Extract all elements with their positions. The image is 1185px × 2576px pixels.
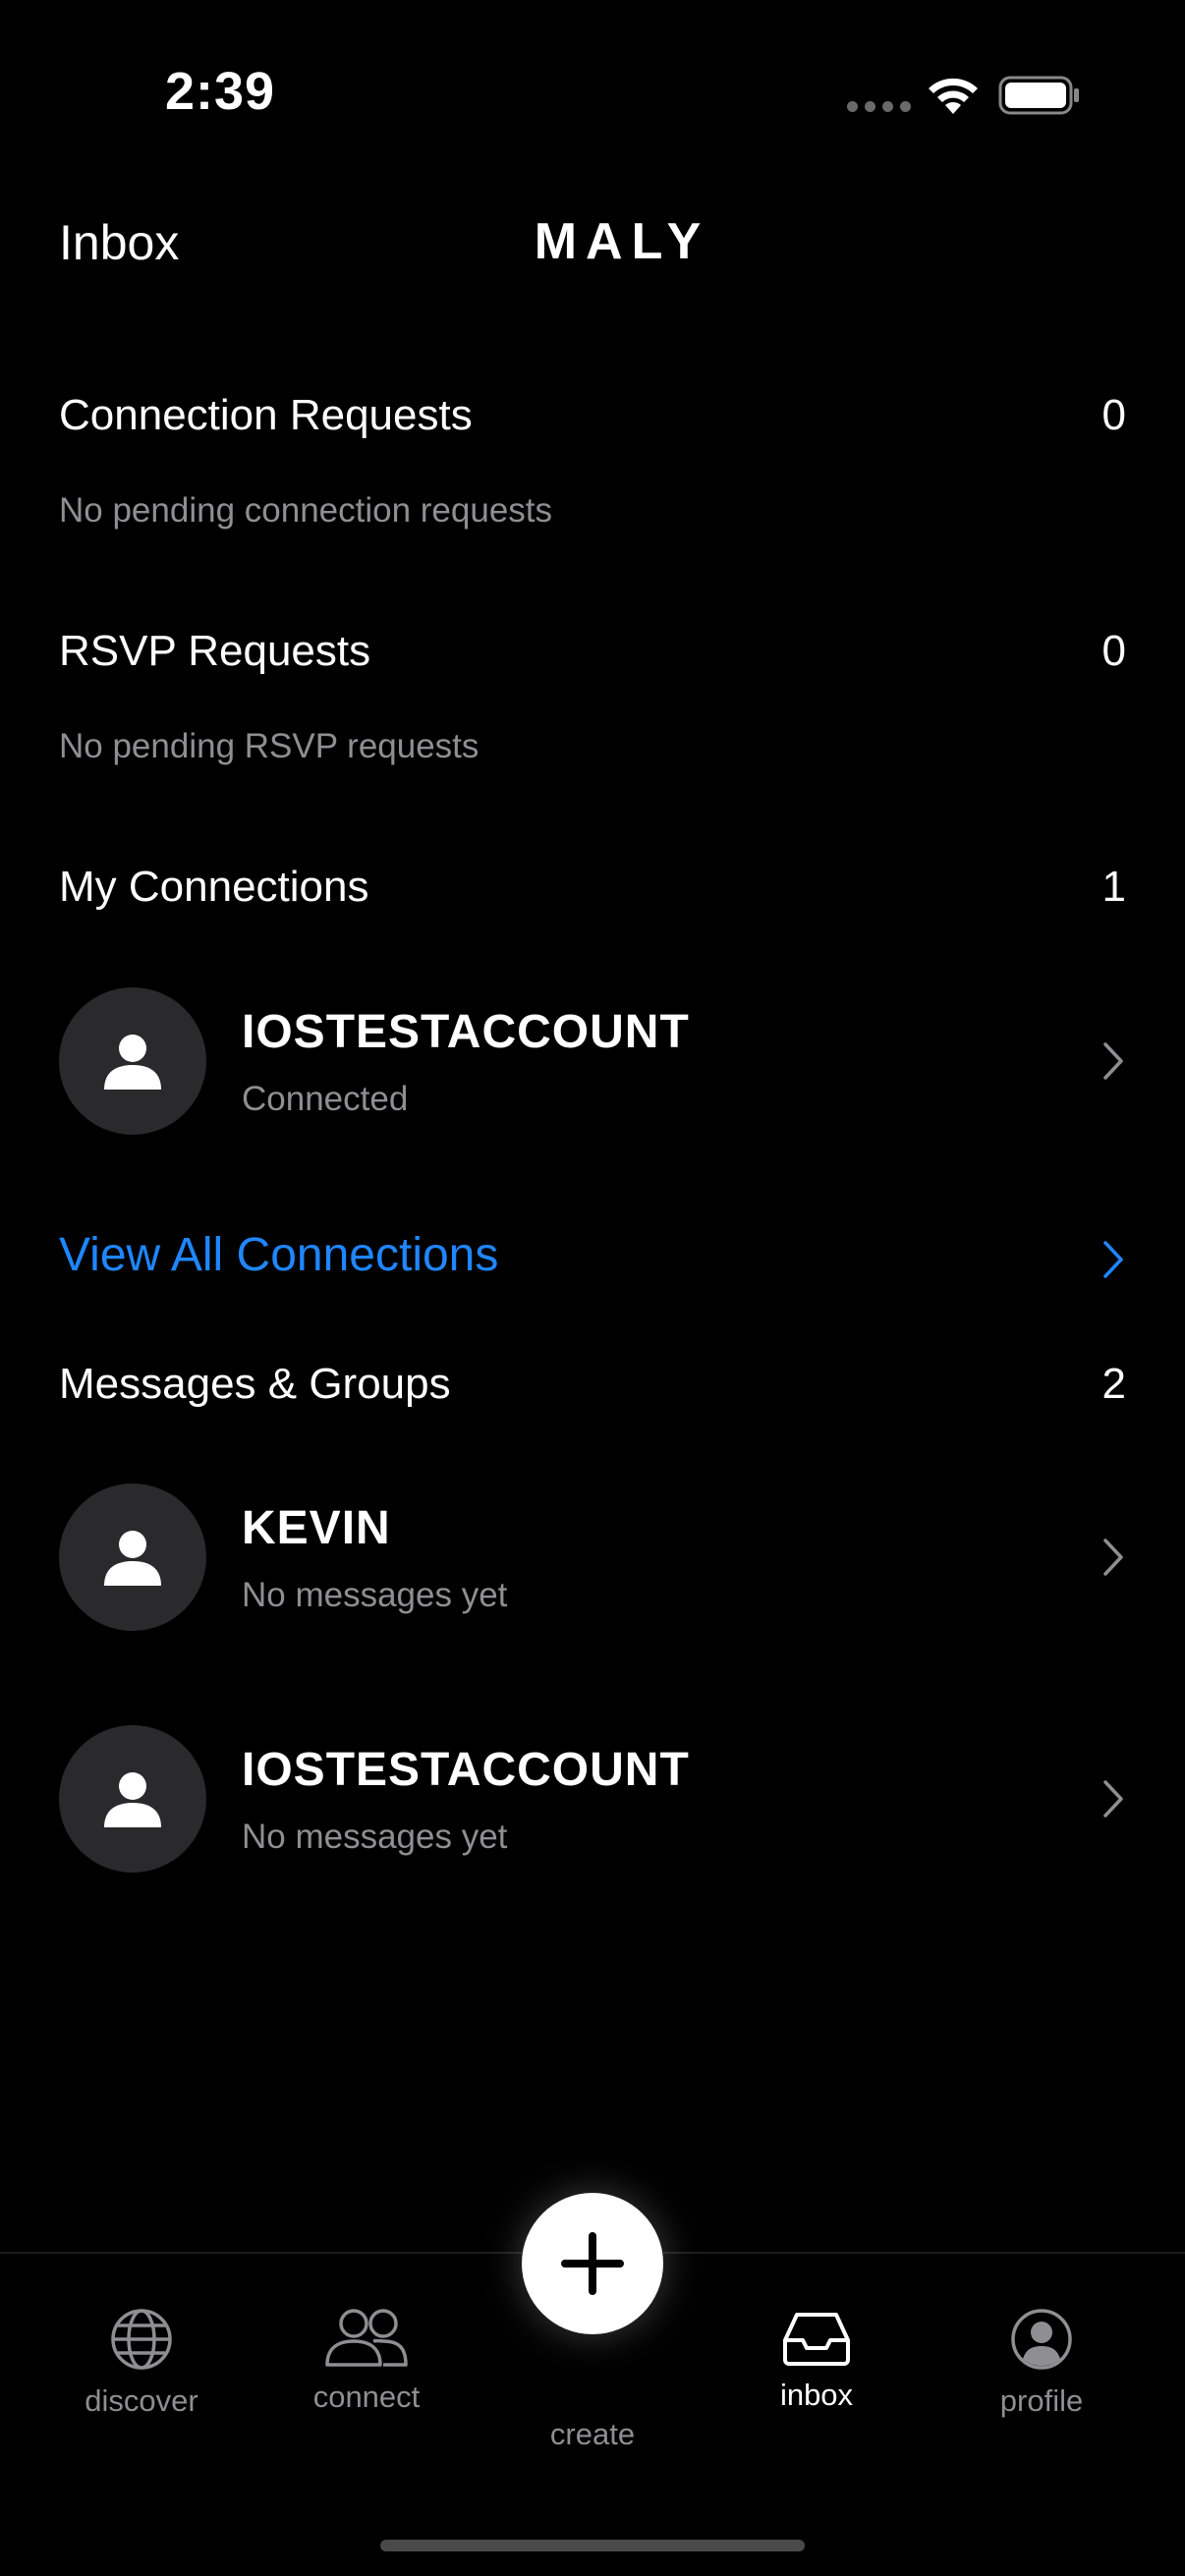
connection-name: IOSTESTACCOUNT [242, 1006, 690, 1058]
signal-icon [847, 101, 911, 112]
connection-requests-empty: No pending connection requests [59, 491, 553, 530]
inbox-tray-icon [783, 2313, 850, 2366]
avatar [59, 1484, 206, 1631]
tab-connect[interactable]: connect [278, 2307, 455, 2415]
message-name: KEVIN [242, 1502, 391, 1554]
home-indicator [380, 2540, 805, 2551]
my-connections-count: 1 [1101, 863, 1126, 911]
create-button[interactable] [522, 2193, 663, 2334]
rsvp-requests-empty: No pending RSVP requests [59, 727, 480, 765]
connection-requests-count: 0 [1101, 391, 1126, 439]
brand-logo-text: MALY [534, 213, 710, 270]
people-icon [325, 2309, 408, 2367]
messages-groups-title: Messages & Groups [59, 1360, 451, 1408]
view-all-connections-link[interactable]: View All Connections [59, 1228, 498, 1282]
connection-status: Connected [242, 1080, 409, 1118]
avatar [59, 1725, 206, 1873]
message-row-kevin[interactable]: KEVIN No messages yet [59, 1484, 1126, 1631]
rsvp-requests-count: 0 [1101, 627, 1126, 675]
chevron-right-icon [1103, 1539, 1123, 1576]
connection-row[interactable]: IOSTESTACCOUNT Connected [59, 987, 1126, 1135]
person-circle-icon [1011, 2309, 1072, 2370]
tab-label: inbox [779, 2378, 854, 2412]
chevron-right-icon [1103, 1042, 1123, 1080]
status-time: 2:39 [165, 62, 276, 121]
tab-inbox[interactable]: inbox [728, 2311, 905, 2413]
tab-label: discover [85, 2383, 198, 2418]
tab-label: connect [312, 2380, 421, 2414]
rsvp-requests-title: RSVP Requests [59, 627, 371, 675]
globe-icon [111, 2309, 172, 2370]
message-preview: No messages yet [242, 1576, 508, 1614]
person-icon [104, 1035, 161, 1090]
message-row-iostestaccount[interactable]: IOSTESTACCOUNT No messages yet [59, 1725, 1126, 1873]
person-icon [104, 1531, 161, 1586]
chevron-right-icon[interactable] [1102, 1240, 1124, 1279]
message-preview: No messages yet [242, 1818, 508, 1856]
chevron-right-icon [1103, 1780, 1123, 1818]
wifi-icon [929, 78, 978, 114]
battery-icon [998, 76, 1079, 115]
connection-requests-title: Connection Requests [59, 391, 473, 439]
plus-icon [561, 2232, 624, 2295]
tab-label: profile [999, 2383, 1084, 2418]
avatar [59, 987, 206, 1135]
tab-discover[interactable]: discover [53, 2307, 230, 2419]
tab-create-label[interactable]: create [494, 2417, 691, 2452]
my-connections-title: My Connections [59, 863, 369, 911]
tab-profile[interactable]: profile [953, 2307, 1130, 2419]
message-name: IOSTESTACCOUNT [242, 1744, 690, 1796]
person-icon [104, 1772, 161, 1827]
messages-groups-count: 2 [1101, 1360, 1126, 1408]
